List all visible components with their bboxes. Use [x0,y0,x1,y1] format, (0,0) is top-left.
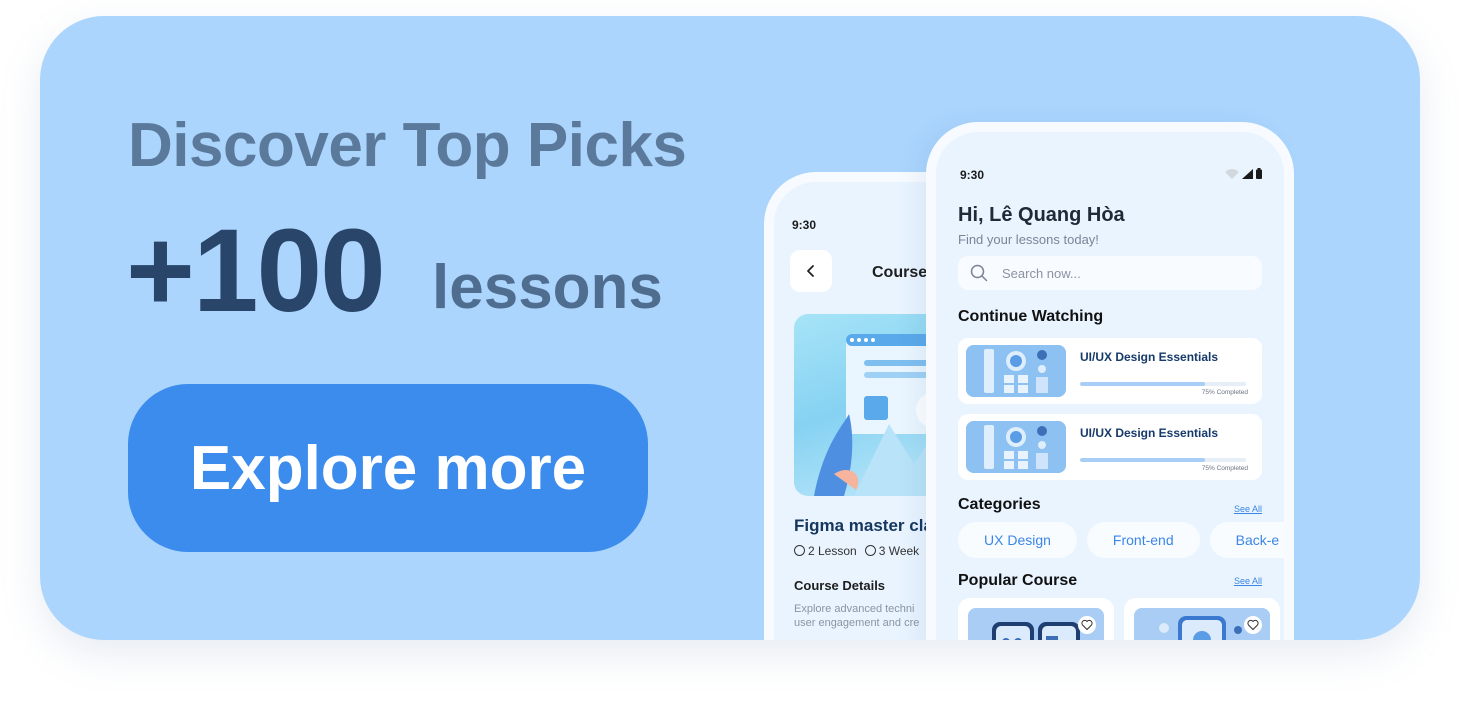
progress-bar [1080,458,1246,462]
headline: Discover Top Picks [128,111,687,180]
course-details-heading: Course Details [794,578,886,593]
back-button[interactable] [790,250,832,292]
popular-course-card[interactable] [958,598,1114,640]
categories-see-all-link[interactable]: See All [1234,504,1262,514]
progress-label: 75% Completed [1201,465,1248,472]
duration-meta: 3 Week [864,544,919,558]
progress-fill [1080,382,1205,386]
greeting-subtitle: Find your lessons today! [958,232,1099,247]
favorite-button[interactable] [1078,616,1096,634]
progress-label: 75% Completed [1201,389,1248,396]
progress-fill [1080,458,1205,462]
progress-bar [1080,382,1246,386]
search-icon [970,264,988,282]
course-header-title: Course [872,264,928,281]
continue-watching-card[interactable]: UI/UX Design Essentials 75% Completed [958,414,1262,480]
continue-watching-heading: Continue Watching [958,308,1104,325]
course-thumbnail [968,608,1104,640]
course-title: UI/UX Design Essentials [1080,426,1219,440]
popular-course-card[interactable] [1124,598,1280,640]
greeting: Hi, Lê Quang Hòa [958,204,1125,226]
signal-icon [1242,169,1253,179]
promo-banner: Discover Top Picks +100 lessons Explore … [40,16,1420,640]
search-input[interactable] [1002,265,1232,281]
status-time: 9:30 [792,218,817,232]
status-time: 9:30 [960,168,985,182]
search-bar[interactable] [958,256,1262,290]
lesson-count: +100 [126,205,386,337]
continue-watching-card[interactable]: UI/UX Design Essentials 75% Completed [958,338,1262,404]
course-thumbnail [966,421,1066,473]
category-chip-ux-design[interactable]: UX Design [958,522,1077,558]
categories-heading: Categories [958,496,1041,513]
category-chip-back-end[interactable]: Back-e [1209,522,1284,558]
heart-icon [1247,619,1259,631]
lesson-count-meta: 2 Lesson [794,544,857,558]
wifi-icon [1225,169,1239,179]
category-chip-front-end[interactable]: Front-end [1086,522,1200,558]
chevron-left-icon [807,265,814,277]
course-title: Figma master cla [794,516,933,535]
status-icons [1225,168,1262,179]
popular-course-heading: Popular Course [958,572,1078,589]
heart-icon [1081,619,1093,631]
clock-icon [794,545,805,556]
course-thumbnail [966,345,1066,397]
popular-see-all-link[interactable]: See All [1234,576,1262,586]
play-icon [864,545,876,556]
lesson-count-unit: lessons [432,253,663,322]
explore-more-button[interactable]: Explore more [128,384,648,552]
home-phone-mockup: 9:30 Hi, Lê Quang Hòa Find your lessons … [926,122,1294,640]
favorite-button[interactable] [1244,616,1262,634]
course-meta: 2 Lesson 3 Week [794,544,919,558]
category-chips: UX Design Front-end Back-e [958,522,1284,558]
course-thumbnail [1134,608,1270,640]
course-title: UI/UX Design Essentials [1080,350,1219,364]
battery-icon [1256,168,1262,179]
